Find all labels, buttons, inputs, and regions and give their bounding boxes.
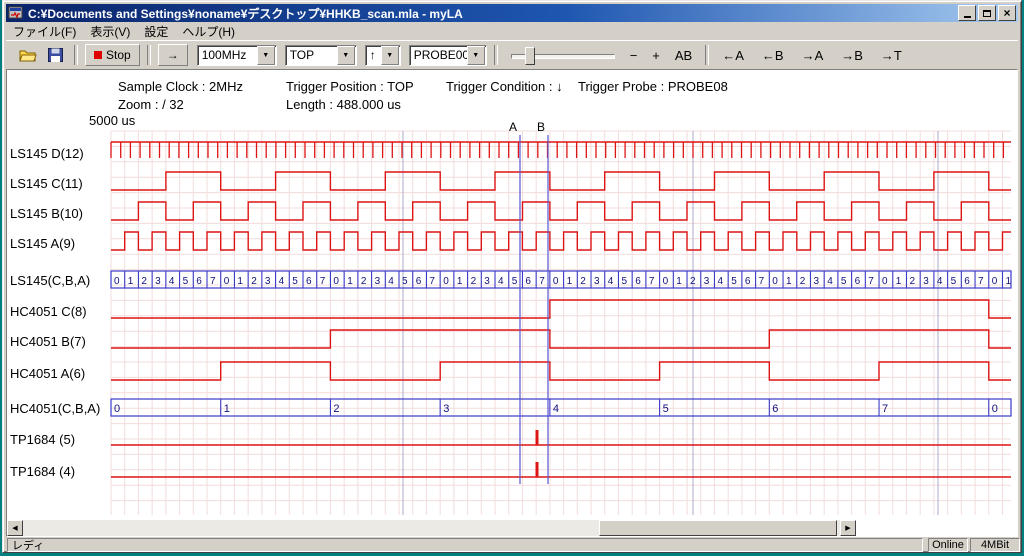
open-button[interactable] bbox=[16, 44, 40, 66]
toolbar: Stop → 100MHz ▼ TOP ▼ ↑ ▼ PROBE00 ▼ − + … bbox=[6, 40, 1018, 69]
trigger-probe-value: PROBE00 bbox=[410, 48, 467, 62]
jump-button-4[interactable]: →T bbox=[875, 45, 908, 66]
trigger-position-text: Trigger Position : TOP bbox=[286, 79, 414, 94]
maximize-button[interactable] bbox=[978, 5, 996, 21]
waveform-panel bbox=[6, 69, 1018, 537]
status-bar: レディ Online 4MBit bbox=[6, 538, 1018, 553]
length-text: Length : 488.000 us bbox=[286, 97, 401, 112]
stop-button[interactable]: Stop bbox=[85, 44, 140, 66]
toolbar-separator bbox=[147, 45, 151, 65]
sample-clock-select[interactable]: 100MHz ▼ bbox=[197, 45, 277, 66]
channel-label-hc4051-b: HC4051 B(7) bbox=[10, 334, 86, 349]
save-button[interactable] bbox=[43, 44, 67, 66]
slider-thumb[interactable] bbox=[525, 47, 535, 65]
window-controls: × bbox=[958, 5, 1016, 21]
jump-button-2[interactable]: →A bbox=[796, 45, 830, 66]
stop-icon bbox=[94, 51, 102, 59]
sample-clock-value: 100MHz bbox=[198, 48, 257, 62]
time-scale-label: 5000 us bbox=[89, 113, 135, 128]
scroll-right-button[interactable]: ▶ bbox=[840, 520, 856, 536]
status-ready-text: レディ bbox=[7, 538, 923, 552]
trigger-edge-value: ↑ bbox=[366, 48, 381, 62]
app-icon bbox=[8, 6, 24, 20]
trigger-edge-select[interactable]: ↑ ▼ bbox=[365, 45, 401, 66]
status-online-badge: Online bbox=[928, 538, 968, 552]
chevron-down-icon[interactable]: ▼ bbox=[257, 46, 275, 65]
zoom-text: Zoom : / 32 bbox=[118, 97, 184, 112]
toolbar-separator bbox=[494, 45, 498, 65]
jump-button-0[interactable]: ←A bbox=[716, 45, 750, 66]
trigger-position-select[interactable]: TOP ▼ bbox=[285, 45, 357, 66]
channel-label-ls145-b: LS145 B(10) bbox=[10, 206, 83, 221]
minimize-button[interactable] bbox=[958, 5, 976, 21]
toolbar-separator bbox=[74, 45, 78, 65]
toolbar-separator bbox=[705, 45, 709, 65]
channel-label-ls145-a: LS145 A(9) bbox=[10, 236, 75, 251]
app-window: C:¥Documents and Settings¥noname¥デスクトップ¥… bbox=[2, 0, 1022, 553]
run-arrow-icon: → bbox=[167, 48, 179, 62]
minimize-icon bbox=[964, 16, 971, 18]
jump-buttons: ←A ←B →A→B →T bbox=[716, 45, 908, 66]
window-title: C:¥Documents and Settings¥noname¥デスクトップ¥… bbox=[28, 5, 958, 22]
trigger-condition-text: Trigger Condition : ↓ bbox=[446, 79, 563, 94]
trigger-position-value: TOP bbox=[286, 48, 337, 62]
channel-label-ls145-d: LS145 D(12) bbox=[10, 146, 84, 161]
ab-cursor-button[interactable]: AB bbox=[669, 45, 698, 66]
chevron-down-icon[interactable]: ▼ bbox=[381, 46, 399, 65]
channel-label-tp1684-5: TP1684 (5) bbox=[10, 432, 75, 447]
chevron-down-icon[interactable]: ▼ bbox=[467, 46, 485, 65]
trigger-probe-select[interactable]: PROBE00 ▼ bbox=[409, 45, 487, 66]
menu-item-1[interactable]: 表示(V) bbox=[83, 21, 137, 42]
sample-clock-text: Sample Clock : 2MHz bbox=[118, 79, 243, 94]
menu-bar: ファイル(F)表示(V)設定ヘルプ(H) bbox=[6, 22, 1018, 40]
chevron-down-icon[interactable]: ▼ bbox=[337, 46, 355, 65]
channel-label-hc4051-c: HC4051 C(8) bbox=[10, 304, 87, 319]
trigger-probe-text: Trigger Probe : PROBE08 bbox=[578, 79, 728, 94]
zoom-out-button[interactable]: − bbox=[624, 45, 644, 66]
stop-label: Stop bbox=[106, 48, 131, 62]
close-icon: × bbox=[1003, 7, 1010, 19]
channel-label-hc4051-bus: HC4051(C,B,A) bbox=[10, 401, 100, 416]
scroll-left-button[interactable]: ◀ bbox=[7, 520, 23, 536]
close-button[interactable]: × bbox=[998, 5, 1016, 21]
title-bar[interactable]: C:¥Documents and Settings¥noname¥デスクトップ¥… bbox=[6, 4, 1018, 22]
scroll-thumb[interactable] bbox=[599, 520, 837, 536]
jump-button-1[interactable]: ←B bbox=[756, 45, 790, 66]
open-folder-icon bbox=[19, 48, 37, 62]
maximize-icon bbox=[983, 10, 991, 17]
zoom-in-button[interactable]: + bbox=[646, 45, 666, 66]
horizontal-scrollbar[interactable]: ◀ ▶ bbox=[7, 520, 856, 536]
menu-item-2[interactable]: 設定 bbox=[137, 21, 175, 42]
channel-label-ls145-c: LS145 C(11) bbox=[10, 176, 83, 191]
zoom-slider[interactable] bbox=[511, 44, 615, 66]
save-floppy-icon bbox=[48, 48, 63, 62]
channel-label-tp1684-4: TP1684 (4) bbox=[10, 464, 75, 479]
status-memory-badge: 4MBit bbox=[970, 538, 1020, 552]
run-button[interactable]: → bbox=[158, 44, 188, 66]
channel-label-ls145-bus: LS145(C,B,A) bbox=[10, 273, 90, 288]
jump-button-3[interactable]: →B bbox=[835, 45, 869, 66]
menu-item-0[interactable]: ファイル(F) bbox=[6, 21, 83, 42]
menu-item-3[interactable]: ヘルプ(H) bbox=[175, 21, 242, 42]
channel-label-hc4051-a: HC4051 A(6) bbox=[10, 366, 85, 381]
